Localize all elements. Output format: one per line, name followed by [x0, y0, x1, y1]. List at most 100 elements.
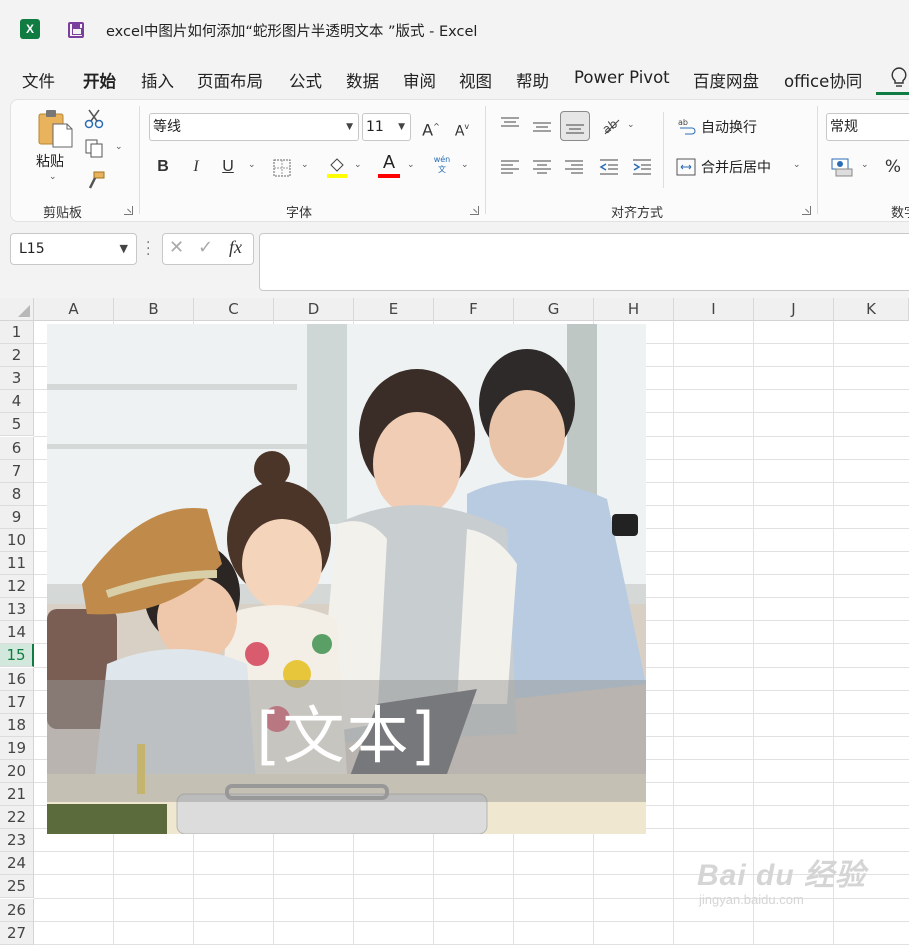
row-header-5[interactable]: 5 — [0, 413, 34, 437]
copy-dropdown-caret[interactable]: ⌄ — [115, 142, 123, 152]
family-photo[interactable]: [文本] — [47, 324, 646, 834]
phonetic-guide-button[interactable]: wén 文 — [431, 155, 453, 175]
row-header-4[interactable]: 4 — [0, 390, 34, 414]
tab-insert[interactable]: 插入 — [141, 68, 174, 92]
align-bottom-button[interactable] — [560, 111, 590, 141]
row-header-20[interactable]: 20 — [0, 759, 34, 783]
tab-data[interactable]: 数据 — [346, 68, 379, 92]
column-header-h[interactable]: H — [594, 298, 674, 321]
font-name-combo[interactable]: 等线 ▼ — [149, 113, 359, 141]
cut-icon[interactable] — [83, 108, 105, 130]
fill-color-dropdown-caret[interactable]: ⌄ — [354, 160, 362, 170]
row-header-23[interactable]: 23 — [0, 829, 34, 853]
tab-formulas[interactable]: 公式 — [289, 68, 322, 92]
align-left-icon[interactable] — [499, 157, 521, 177]
column-header-f[interactable]: F — [434, 298, 514, 321]
wrap-text-button[interactable]: 自动换行 — [701, 117, 757, 137]
align-top-icon[interactable] — [499, 115, 521, 135]
tab-page-layout[interactable]: 页面布局 — [197, 68, 263, 92]
row-header-12[interactable]: 12 — [0, 575, 34, 599]
enter-icon[interactable]: ✓ — [198, 237, 213, 258]
row-header-15[interactable]: 15 — [0, 644, 34, 668]
row-header-11[interactable]: 11 — [0, 552, 34, 576]
formula-input[interactable] — [259, 233, 909, 291]
font-size-combo[interactable]: 11 ▼ — [362, 113, 411, 141]
merge-center-button[interactable]: 合并后居中 — [701, 157, 771, 177]
fill-color-icon[interactable] — [325, 155, 349, 179]
tab-baidu-netdisk[interactable]: 百度网盘 — [693, 68, 759, 92]
increase-font-size-button[interactable]: A^ — [419, 115, 443, 139]
row-header-25[interactable]: 25 — [0, 875, 34, 899]
alignment-launcher-icon[interactable] — [802, 206, 811, 215]
column-header-e[interactable]: E — [354, 298, 434, 321]
bold-button[interactable]: B — [151, 155, 175, 179]
orientation-dropdown-caret[interactable]: ⌄ — [627, 120, 635, 130]
increase-indent-icon[interactable] — [631, 157, 653, 177]
clipboard-launcher-icon[interactable] — [124, 206, 133, 215]
underline-button[interactable]: U — [216, 155, 240, 179]
align-right-icon[interactable] — [563, 157, 585, 177]
font-color-dropdown-caret[interactable]: ⌄ — [407, 160, 415, 170]
row-header-3[interactable]: 3 — [0, 367, 34, 391]
save-icon[interactable] — [68, 22, 84, 38]
align-center-icon[interactable] — [531, 157, 553, 177]
banner-text[interactable]: [文本] — [47, 680, 646, 802]
column-header-i[interactable]: I — [674, 298, 754, 321]
tab-help[interactable]: 帮助 — [516, 68, 549, 92]
row-header-1[interactable]: 1 — [0, 321, 34, 345]
formula-bar-grip-icon[interactable]: · · · — [146, 236, 150, 262]
tab-home[interactable]: 开始 — [83, 68, 116, 92]
row-header-22[interactable]: 22 — [0, 806, 34, 830]
column-header-j[interactable]: J — [754, 298, 834, 321]
accounting-dropdown-caret[interactable]: ⌄ — [861, 160, 869, 170]
underline-dropdown-caret[interactable]: ⌄ — [248, 160, 256, 170]
insert-function-icon[interactable]: fx — [229, 237, 242, 258]
row-header-14[interactable]: 14 — [0, 621, 34, 645]
align-middle-icon[interactable] — [531, 117, 553, 137]
tab-review[interactable]: 审阅 — [403, 68, 436, 92]
row-header-27[interactable]: 27 — [0, 921, 34, 945]
percent-style-button[interactable]: % — [881, 155, 905, 179]
phonetic-dropdown-caret[interactable]: ⌄ — [461, 160, 469, 170]
column-header-k[interactable]: K — [834, 298, 909, 321]
column-header-a[interactable]: A — [34, 298, 114, 321]
format-painter-icon[interactable] — [85, 169, 107, 191]
tab-power-pivot[interactable]: Power Pivot — [574, 68, 670, 87]
tab-office-collab[interactable]: office协同 — [784, 68, 862, 92]
font-launcher-icon[interactable] — [470, 206, 479, 215]
row-header-19[interactable]: 19 — [0, 736, 34, 760]
row-header-7[interactable]: 7 — [0, 459, 34, 483]
number-format-combo[interactable]: 常规 — [826, 113, 909, 141]
row-header-26[interactable]: 26 — [0, 898, 34, 922]
row-header-10[interactable]: 10 — [0, 528, 34, 552]
row-header-6[interactable]: 6 — [0, 436, 34, 460]
row-header-2[interactable]: 2 — [0, 344, 34, 368]
wrap-text-icon[interactable]: ab — [677, 116, 697, 136]
row-header-18[interactable]: 18 — [0, 713, 34, 737]
paste-dropdown-caret[interactable]: ⌄ — [49, 172, 57, 182]
merge-dropdown-caret[interactable]: ⌄ — [793, 160, 801, 170]
lightbulb-icon[interactable] — [889, 66, 909, 90]
accounting-format-icon[interactable] — [831, 156, 855, 178]
select-all-corner[interactable] — [0, 298, 34, 321]
paste-label[interactable]: 粘贴 — [36, 151, 64, 171]
row-header-9[interactable]: 9 — [0, 505, 34, 529]
column-header-c[interactable]: C — [194, 298, 274, 321]
borders-icon[interactable] — [272, 158, 292, 178]
merge-center-icon[interactable] — [676, 157, 696, 177]
paste-icon[interactable] — [36, 108, 74, 148]
font-color-button[interactable]: A — [377, 152, 401, 180]
copy-icon[interactable] — [84, 138, 106, 160]
row-header-13[interactable]: 13 — [0, 598, 34, 622]
decrease-font-size-button[interactable]: Av — [450, 115, 474, 139]
tab-file[interactable]: 文件 — [22, 68, 55, 92]
italic-button[interactable]: I — [184, 155, 208, 179]
row-header-16[interactable]: 16 — [0, 667, 34, 691]
cancel-icon[interactable]: ✕ — [169, 237, 184, 258]
name-box[interactable]: L15 ▼ — [10, 233, 137, 265]
row-header-17[interactable]: 17 — [0, 690, 34, 714]
tab-view[interactable]: 视图 — [459, 68, 492, 92]
orientation-icon[interactable]: ab — [599, 114, 623, 138]
row-header-24[interactable]: 24 — [0, 852, 34, 876]
row-header-21[interactable]: 21 — [0, 783, 34, 807]
